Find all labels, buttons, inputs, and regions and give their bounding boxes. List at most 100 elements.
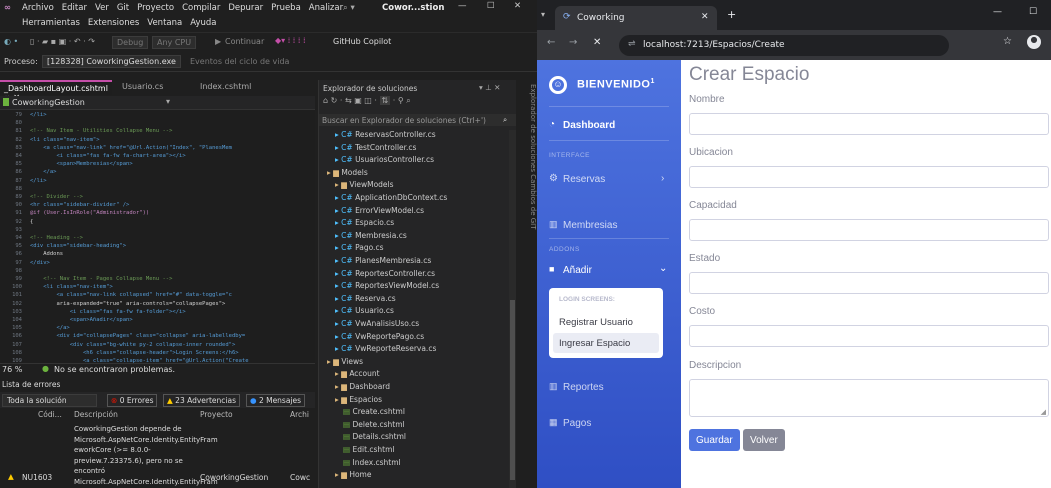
tree-item[interactable]: ▤ Edit.cshtml xyxy=(343,445,395,456)
tree-item[interactable]: ▤ Create.cshtml xyxy=(343,407,405,418)
errors-filter[interactable]: ⊗ 0 Errores xyxy=(107,394,158,407)
sidebar-item-reportes[interactable]: Reportes xyxy=(563,382,604,393)
tree-item[interactable]: ▤ Delete.cshtml xyxy=(343,420,405,431)
minimize-icon[interactable]: — xyxy=(458,1,467,11)
tab-usuario[interactable]: Usuario.cs xyxy=(118,80,188,95)
copilot-button[interactable]: GitHub Copilot xyxy=(333,37,391,46)
tree-item[interactable]: ▸ C# Pago.cs xyxy=(335,243,383,254)
pin-icon[interactable]: ▾ ⊥ ✕ xyxy=(479,83,500,92)
warnings-filter[interactable]: ▲ 23 Advertencias xyxy=(163,394,241,407)
tree-item[interactable]: ▸ ▆ Views xyxy=(327,357,363,368)
explorer-search[interactable]: Buscar en Explorador de soluciones (Ctrl… xyxy=(319,114,516,126)
registrar-usuario-link[interactable]: Registrar Usuario xyxy=(559,317,633,328)
tree-item[interactable]: ▸ C# TestController.cs xyxy=(335,143,416,154)
ubicacion-input[interactable] xyxy=(689,166,1049,188)
tree-item[interactable]: ▸ ▆ Home xyxy=(335,470,371,481)
site-info-icon[interactable]: ⇌ xyxy=(628,39,636,49)
menu-item[interactable]: Ventana xyxy=(147,18,182,28)
sidebar-item-pagos[interactable]: Pagos xyxy=(563,418,591,429)
messages-filter[interactable]: ● 2 Mensajes xyxy=(246,394,306,407)
bookmark-star-icon[interactable]: ☆ xyxy=(1003,36,1012,47)
guardar-button[interactable]: Guardar xyxy=(689,429,740,451)
sidebar-item-reservas[interactable]: Reservas xyxy=(563,174,605,185)
tree-item[interactable]: ▸ ▆ Account xyxy=(335,369,380,380)
tree-item[interactable]: ▸ C# VwAnalisisUso.cs xyxy=(335,319,419,330)
menu-item[interactable]: Archivo xyxy=(22,3,54,13)
process-select[interactable]: [128328] CoworkingGestion.exe xyxy=(42,55,181,68)
tree-item[interactable]: ▸ C# ReportesViewModel.cs xyxy=(335,281,439,292)
url-bar[interactable]: ⇌ localhost:7213/Espacios/Create xyxy=(619,35,949,56)
menu-item[interactable]: Editar xyxy=(62,3,87,13)
browser-tab[interactable]: ⟳ Coworking ✕ xyxy=(555,6,717,30)
tree-item[interactable]: ▤ Details.cshtml xyxy=(343,432,406,443)
breadcrumb[interactable]: CoworkingGestion ▾ xyxy=(0,96,315,110)
tree-item[interactable]: ▸ C# Espacio.cs xyxy=(335,218,394,229)
tree-item[interactable]: ▸ C# Usuario.cs xyxy=(335,306,394,317)
back-icon[interactable]: ← xyxy=(547,37,555,48)
table-row[interactable]: CoworkingGestion depende de Microsoft.As… xyxy=(0,424,315,488)
capacidad-input[interactable] xyxy=(689,219,1049,241)
tab-index[interactable]: Index.cshtml xyxy=(196,80,266,95)
maximize-icon[interactable]: ☐ xyxy=(487,1,495,11)
continue-button[interactable]: Continuar xyxy=(225,37,264,46)
tree-item[interactable]: ▸ C# VwReportePago.cs xyxy=(335,332,424,343)
tree-item[interactable]: ▸ ▆ Espacios xyxy=(335,395,382,406)
menu-item[interactable]: Proyecto xyxy=(137,3,174,13)
search-icon[interactable]: ⌕ ▾ xyxy=(343,3,355,13)
tree-item[interactable]: ▸ C# ErrorViewModel.cs xyxy=(335,206,424,217)
sidebar-item-anadir[interactable]: Añadir xyxy=(563,265,592,276)
scroll-thumb[interactable] xyxy=(510,300,515,480)
ingresar-espacio-link[interactable]: Ingresar Espacio xyxy=(553,333,659,353)
forward-icon[interactable]: → xyxy=(569,37,577,48)
menu-item[interactable]: Ayuda xyxy=(190,18,216,28)
explorer-scrollbar[interactable] xyxy=(509,130,516,488)
tree-item[interactable]: ▸ ▆ Dashboard xyxy=(335,382,390,393)
tree-item[interactable]: ▸ C# Reserva.cs xyxy=(335,294,396,305)
descripcion-textarea[interactable]: ◢ xyxy=(689,379,1049,417)
stop-icon[interactable]: ✕ xyxy=(593,37,601,48)
minimize-icon[interactable]: — xyxy=(993,7,1002,17)
tree-item[interactable]: ▸ C# ReservasController.cs xyxy=(335,130,436,141)
tree-item[interactable]: ▸ C# ApplicationDbContext.cs xyxy=(335,193,447,204)
menu-item[interactable]: Analizar xyxy=(309,3,343,13)
maximize-icon[interactable]: ☐ xyxy=(1029,7,1037,17)
lifecycle-button[interactable]: Eventos del ciclo de vida xyxy=(190,57,289,66)
menu-item[interactable]: Compilar xyxy=(182,3,220,13)
profile-avatar[interactable]: ● xyxy=(1027,35,1041,49)
zoom-level[interactable]: 76 % xyxy=(2,365,22,374)
nombre-input[interactable] xyxy=(689,113,1049,135)
scope-select[interactable]: Toda la solución xyxy=(2,394,97,407)
toolbar-icons[interactable]: ▯ · ▰ ▪ ▣ · ↶ · ↷ xyxy=(30,37,95,46)
tree-item[interactable]: ▸ C# Membresia.cs xyxy=(335,231,407,242)
chevron-down-icon[interactable]: ▾ xyxy=(166,97,170,106)
tree-item[interactable]: ▸ C# PlanesMembresia.cs xyxy=(335,256,431,267)
code-editor[interactable]: 79 </li> 80 81 <!-- Nav Item - Utilities Col… xyxy=(0,110,315,370)
hot-reload-icon[interactable]: ◆▾ ⁞ ⁞ ⁞ ⁞ xyxy=(275,36,306,45)
sidebar-item-dashboard[interactable]: Dashboard xyxy=(563,120,615,131)
sidebar-item-membresias[interactable]: Membresias xyxy=(563,220,617,231)
close-icon[interactable]: ✕ xyxy=(514,1,521,11)
chevron-down-icon[interactable]: ⌄ xyxy=(659,263,667,274)
chevron-right-icon[interactable]: › xyxy=(661,173,664,184)
nav-back-icon[interactable]: ◐ • xyxy=(4,37,18,46)
tab-search-icon[interactable]: ▾ xyxy=(541,10,545,19)
menu-item[interactable]: Depurar xyxy=(228,3,263,13)
menu-item[interactable]: Ver xyxy=(95,3,109,13)
tree-item[interactable]: ▤ Index.cshtml xyxy=(343,458,401,469)
tree-item[interactable]: ▸ C# UsuariosController.cs xyxy=(335,155,434,166)
menu-item[interactable]: Herramientas xyxy=(22,18,80,28)
cpu-select[interactable]: Any CPU xyxy=(152,36,197,49)
menu-item[interactable]: Extensiones xyxy=(88,18,139,28)
play-icon[interactable]: ▶ xyxy=(215,37,221,46)
menu-item[interactable]: Prueba xyxy=(271,3,301,13)
resize-handle-icon[interactable]: ◢ xyxy=(1041,408,1046,416)
explorer-toolbar[interactable]: ⌂ ↻ · ⇆ ▣ ◫ · ⇅ · ⚲ ⌕ xyxy=(323,96,411,106)
estado-input[interactable] xyxy=(689,272,1049,294)
menu-item[interactable]: Git xyxy=(117,3,129,13)
tab-dashboard-layout[interactable]: _DashboardLayout.cshtml ⇔ ✕ xyxy=(0,80,112,102)
brand-title[interactable]: BIENVENIDO1 xyxy=(577,78,655,91)
costo-input[interactable] xyxy=(689,325,1049,347)
tree-item[interactable]: ▸ ▆ ViewModels xyxy=(335,180,394,191)
tree-item[interactable]: ▸ C# ReportesController.cs xyxy=(335,269,435,280)
tree-item[interactable]: ▸ C# VwReporteReserva.cs xyxy=(335,344,436,355)
